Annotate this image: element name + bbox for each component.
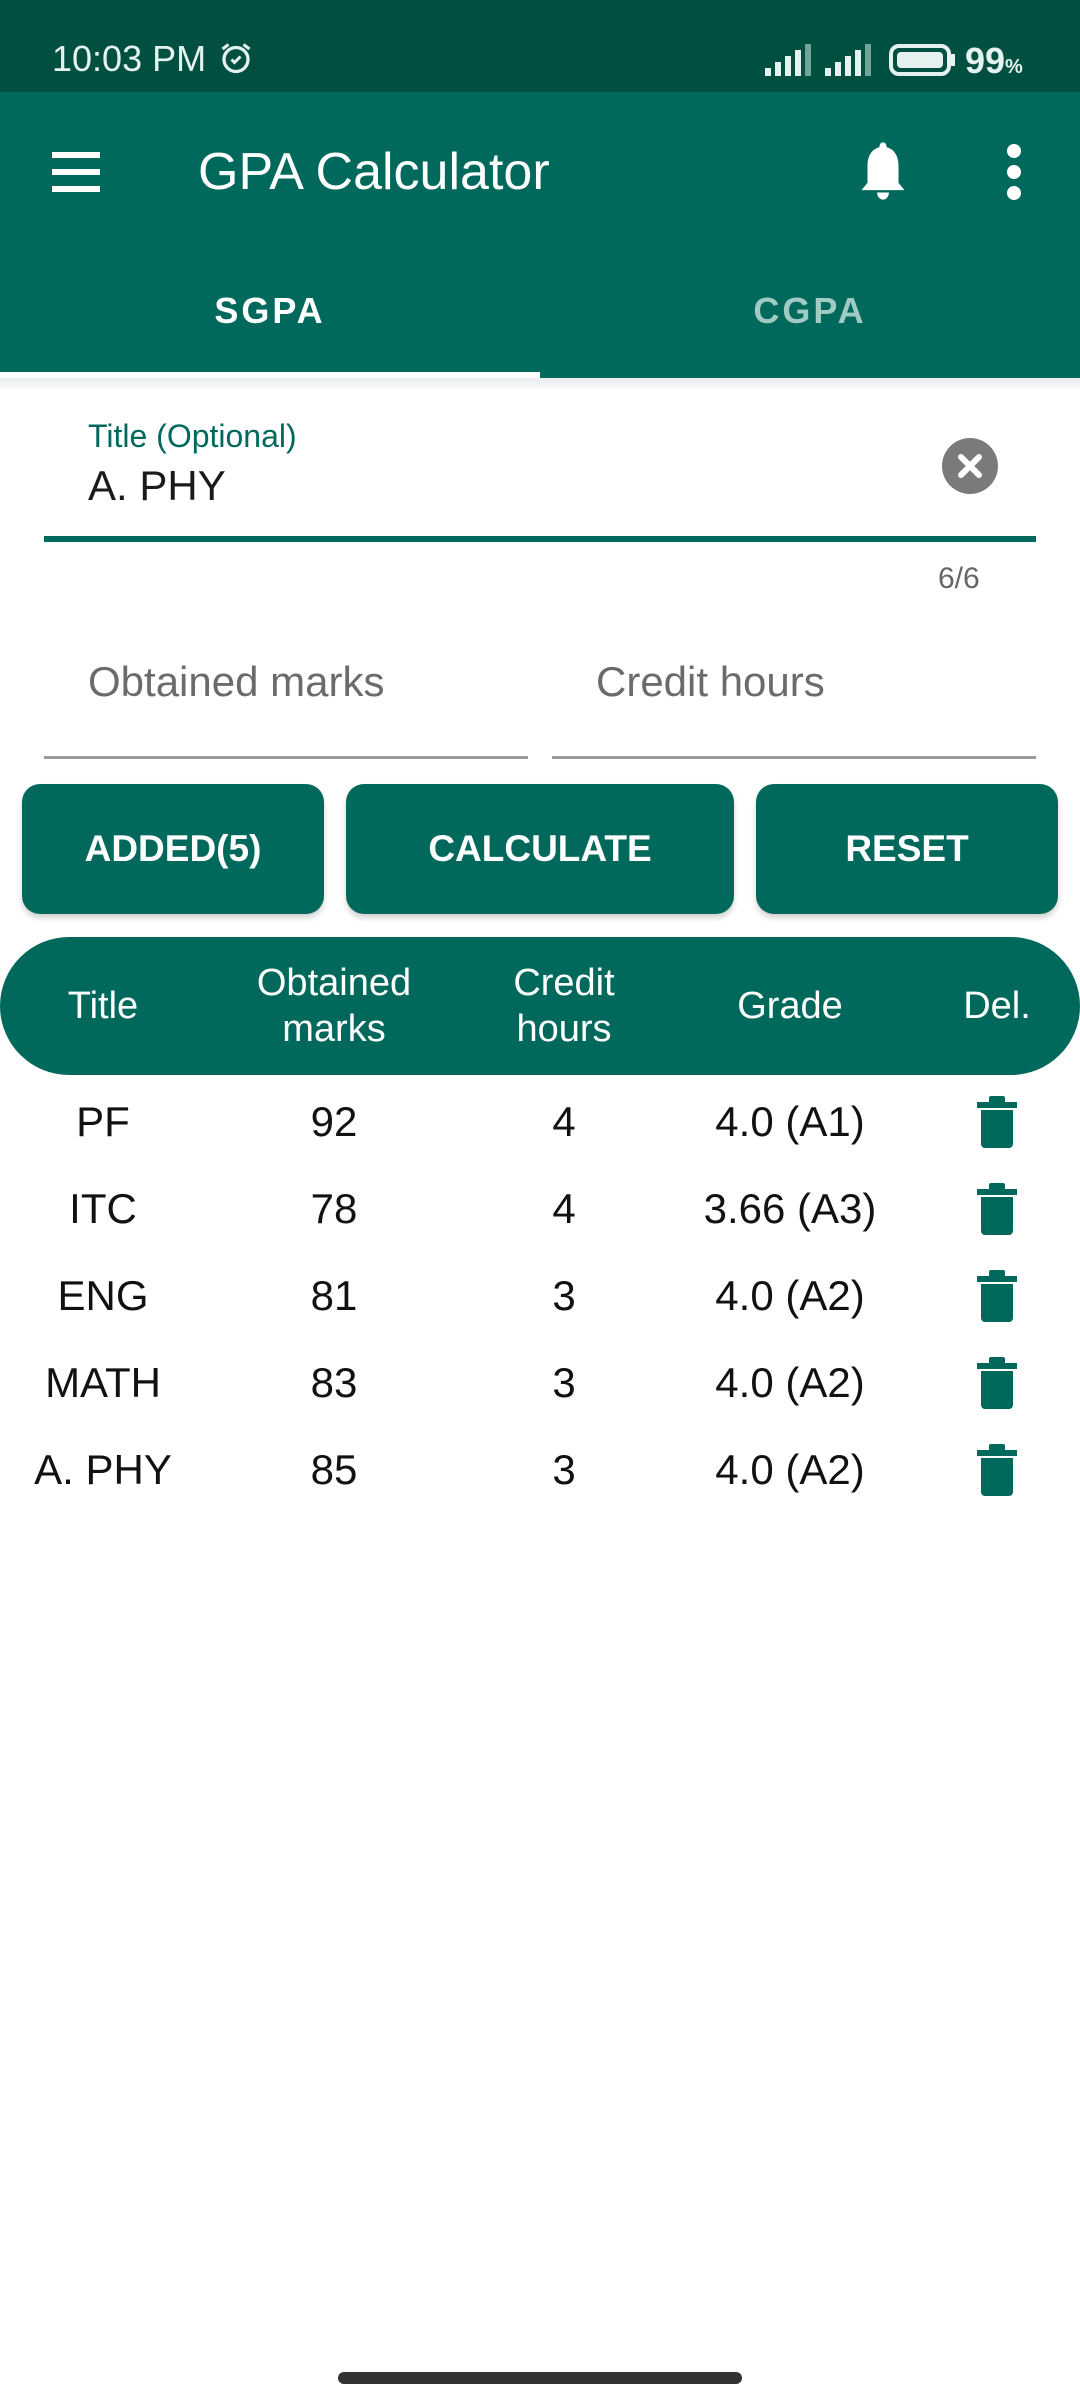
row-grade: 4.0 (A2)	[715, 1359, 865, 1406]
row-credit: 3	[552, 1359, 576, 1406]
clear-text-button[interactable]	[942, 438, 998, 494]
header-credit-line1: Credit	[513, 962, 615, 1004]
obtained-marks-placeholder[interactable]: Obtained marks	[88, 658, 384, 706]
tab-sgpa[interactable]: SGPA	[0, 290, 540, 332]
row-marks: 78	[310, 1185, 358, 1232]
trash-icon	[977, 1183, 1017, 1235]
trash-icon	[977, 1270, 1017, 1322]
delete-row-button[interactable]	[950, 1343, 1044, 1423]
obtained-marks-underline	[44, 756, 528, 759]
home-indicator[interactable]	[338, 2372, 742, 2384]
status-time: 10:03 PM	[52, 38, 207, 79]
trash-icon	[977, 1357, 1017, 1409]
trash-icon	[977, 1444, 1017, 1496]
row-credit: 4	[552, 1185, 576, 1232]
trash-icon	[977, 1096, 1017, 1148]
row-marks: 92	[310, 1098, 358, 1145]
app-bar-shadow	[0, 378, 1080, 392]
bell-icon[interactable]	[858, 140, 908, 202]
row-grade: 4.0 (A1)	[715, 1098, 865, 1145]
table-row: ITC 78 4 3.66 (A3)	[0, 1169, 1080, 1249]
header-grade: Grade	[737, 985, 843, 1027]
menu-icon[interactable]	[48, 148, 104, 196]
table-row: MATH 83 3 4.0 (A2)	[0, 1343, 1080, 1423]
row-grade: 4.0 (A2)	[715, 1446, 865, 1493]
delete-row-button[interactable]	[950, 1082, 1044, 1162]
header-obtained-marks: Obtained marks	[234, 937, 434, 1075]
header-delete: Del.	[963, 985, 1031, 1027]
tab-cgpa[interactable]: CGPA	[540, 290, 1080, 332]
title-field-value[interactable]: A. PHY	[88, 462, 226, 510]
app-title: GPA Calculator	[198, 143, 550, 201]
alarm-icon	[221, 43, 251, 74]
status-bar: 10:03 PM 99%	[0, 0, 1080, 92]
table-row: ENG 81 3 4.0 (A2)	[0, 1256, 1080, 1336]
credit-hours-underline	[552, 756, 1036, 759]
delete-row-button[interactable]	[950, 1430, 1044, 1510]
signal-icon	[765, 44, 811, 76]
character-counter: 6/6	[938, 562, 980, 595]
header-marks-line2: marks	[282, 1008, 386, 1050]
added-button[interactable]: ADDED(5)	[22, 784, 324, 914]
row-credit: 3	[552, 1272, 576, 1319]
table-row: A. PHY 85 3 4.0 (A2)	[0, 1430, 1080, 1510]
title-field-label: Title (Optional)	[88, 418, 297, 454]
row-credit: 3	[552, 1446, 576, 1493]
table-row: PF 92 4 4.0 (A1)	[0, 1082, 1080, 1162]
signal-icon	[825, 44, 871, 76]
header-credit-line2: hours	[516, 1008, 612, 1050]
header-credit-hours: Credit hours	[464, 937, 664, 1075]
more-vert-icon[interactable]	[1000, 144, 1028, 200]
credit-hours-placeholder[interactable]: Credit hours	[596, 658, 825, 706]
row-title: MATH	[45, 1359, 161, 1406]
battery-icon	[889, 44, 955, 76]
app-bar: GPA Calculator SGPA CGPA	[0, 92, 1080, 378]
header-title: Title	[67, 985, 139, 1027]
header-marks-line1: Obtained	[256, 962, 412, 1004]
delete-row-button[interactable]	[950, 1256, 1044, 1336]
row-title: PF	[76, 1098, 130, 1145]
row-credit: 4	[552, 1098, 576, 1145]
table-header: Title Obtained marks Credit hours Grade De…	[0, 937, 1080, 1075]
row-title: ENG	[57, 1272, 149, 1319]
row-grade: 3.66 (A3)	[703, 1185, 877, 1232]
row-title: ITC	[69, 1185, 137, 1232]
row-marks: 83	[310, 1359, 358, 1406]
row-grade: 4.0 (A2)	[715, 1272, 865, 1319]
calculate-button[interactable]: CALCULATE	[346, 784, 734, 914]
battery-percent: 99%	[965, 40, 1023, 81]
close-icon	[958, 454, 982, 478]
title-field-underline	[44, 536, 1036, 542]
reset-button[interactable]: RESET	[756, 784, 1058, 914]
delete-row-button[interactable]	[950, 1169, 1044, 1249]
row-marks: 85	[310, 1446, 358, 1493]
row-marks: 81	[310, 1272, 358, 1319]
row-title: A. PHY	[34, 1446, 172, 1493]
